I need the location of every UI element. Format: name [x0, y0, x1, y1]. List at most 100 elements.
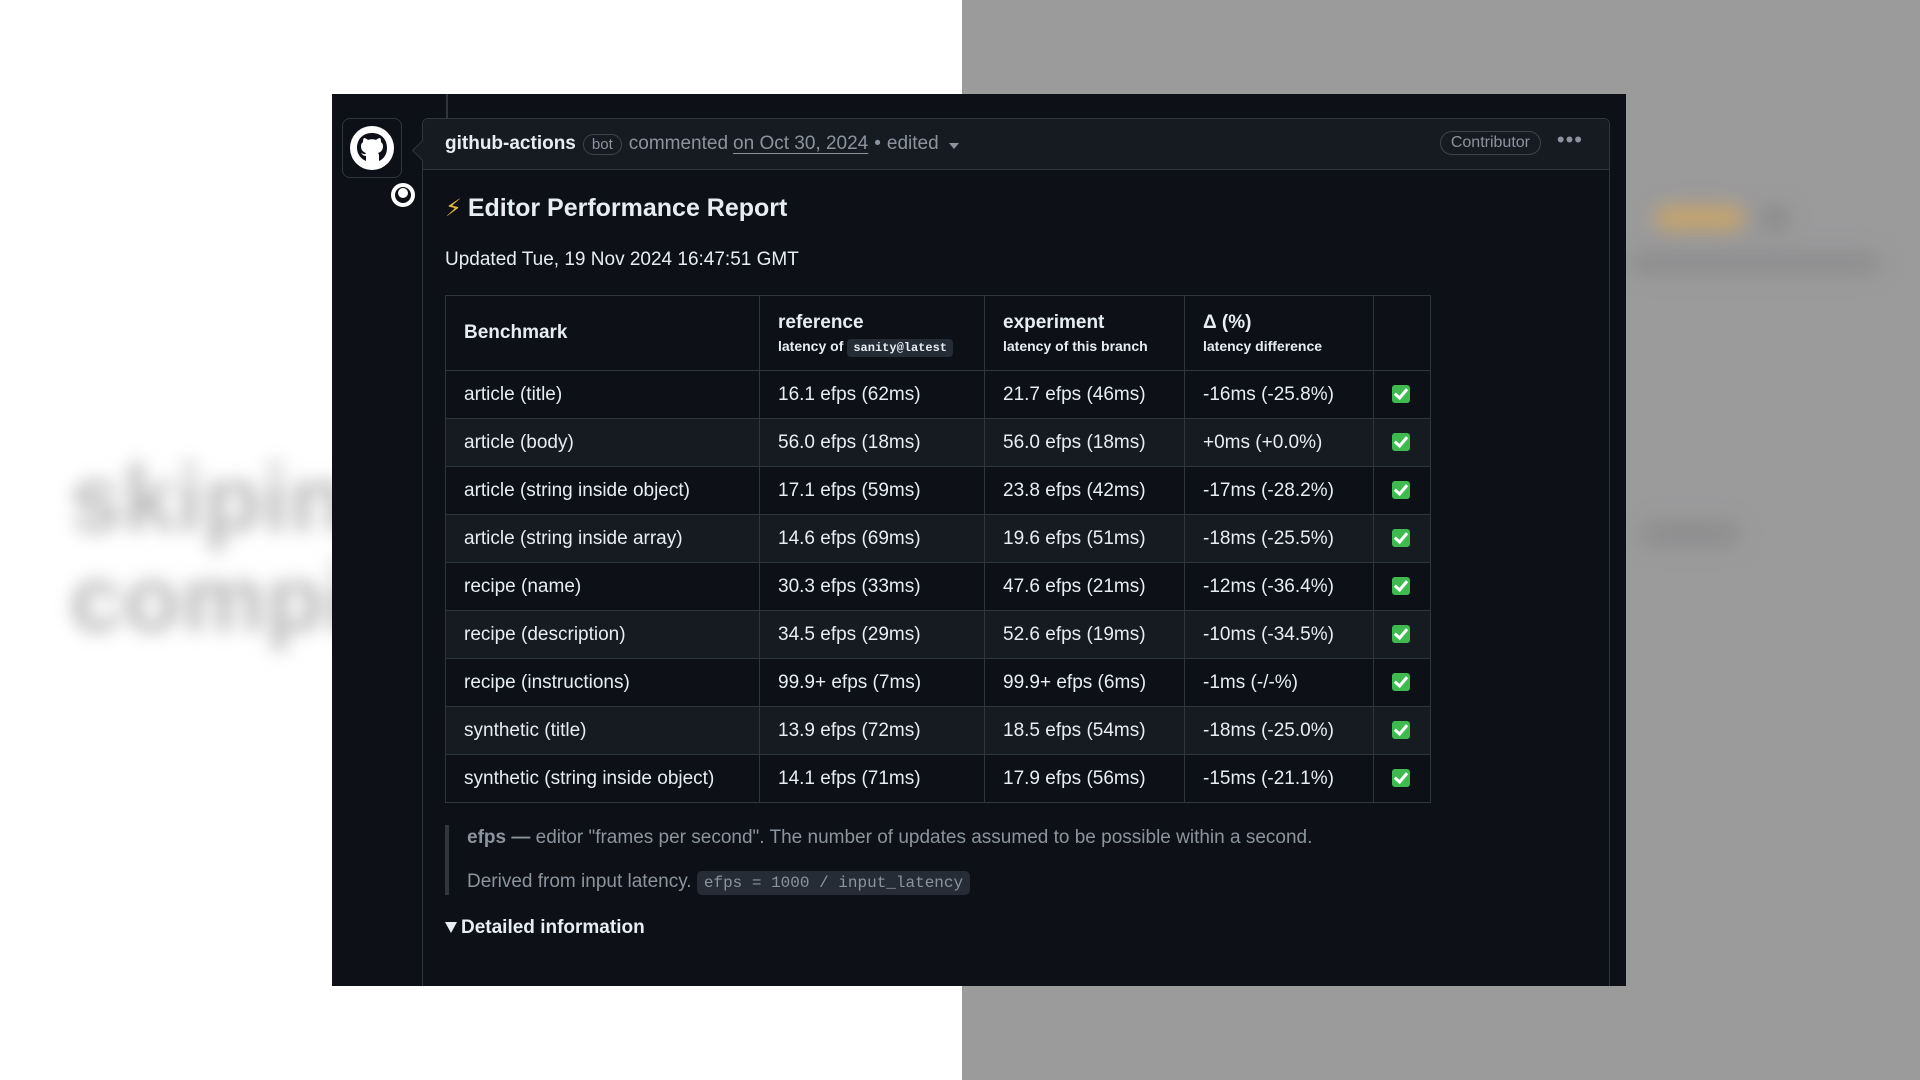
app-badge	[387, 179, 419, 211]
triangle-down-icon	[445, 922, 457, 934]
efps-term: efps	[467, 827, 507, 848]
cell-experiment: 56.0 efps (18ms)	[984, 418, 1185, 467]
check-icon	[1392, 433, 1410, 452]
report-title: ⚡ Editor Performance Report	[445, 194, 1587, 223]
header-reference-sub: latency of sanity@latest	[778, 337, 966, 357]
header-benchmark-label: Benchmark	[464, 322, 568, 343]
cell-benchmark: article (body)	[445, 418, 760, 467]
table-row: recipe (description) 34.5 efps (29ms) 52.6…	[445, 610, 1431, 659]
cell-experiment: 23.8 efps (42ms)	[984, 466, 1185, 515]
detailed-information-label: Detailed information	[461, 917, 645, 938]
comment-action: commented	[628, 133, 729, 154]
cell-delta: -1ms (-/-%)	[1184, 658, 1374, 707]
cell-experiment: 18.5 efps (54ms)	[984, 706, 1185, 755]
cell-benchmark: article (string inside object)	[445, 466, 760, 515]
efps-derived-text: Derived from input latency.	[467, 871, 692, 892]
cell-benchmark: recipe (name)	[445, 562, 760, 611]
header-reference: reference latency of sanity@latest	[759, 295, 985, 371]
check-icon	[1392, 625, 1410, 644]
cell-benchmark: article (string inside array)	[445, 514, 760, 563]
benchmark-table: Benchmark reference latency of sanity@lat…	[445, 295, 1431, 803]
cell-status	[1373, 610, 1431, 659]
table-row: recipe (instructions) 99.9+ efps (7ms) 99.…	[445, 658, 1431, 707]
chevron-down-icon	[948, 143, 959, 149]
cell-delta: -12ms (-36.4%)	[1184, 562, 1374, 611]
separator-dot: •	[874, 133, 881, 154]
edited-label: edited	[886, 133, 939, 154]
header-reference-sub-text: latency of	[778, 337, 844, 354]
table-row: article (string inside object) 17.1 efps …	[445, 466, 1431, 515]
github-comment-screenshot: github-actions bot commented on Oct 30, …	[332, 94, 1626, 986]
comment-header: github-actions bot commented on Oct 30, …	[423, 119, 1609, 170]
cell-delta: -10ms (-34.5%)	[1184, 610, 1374, 659]
cell-benchmark: synthetic (string inside object)	[445, 754, 760, 803]
header-experiment-label: experiment	[1003, 312, 1105, 333]
cell-experiment: 47.6 efps (21ms)	[984, 562, 1185, 611]
cell-experiment: 99.9+ efps (6ms)	[984, 658, 1185, 707]
detailed-information-toggle[interactable]: Detailed information	[445, 917, 1587, 939]
comment-body: ⚡ Editor Performance Report Updated Tue,…	[423, 170, 1609, 939]
comment-box: github-actions bot commented on Oct 30, …	[411, 118, 1610, 986]
table-row: article (string inside array) 14.6 efps (…	[445, 514, 1431, 563]
check-icon	[1392, 769, 1410, 788]
header-experiment-sub: latency of this branch	[1003, 338, 1148, 354]
cell-benchmark: recipe (instructions)	[445, 658, 760, 707]
cell-benchmark: recipe (description)	[445, 610, 760, 659]
efps-formula: efps = 1000 / input_latency	[696, 871, 971, 895]
cell-status	[1373, 370, 1431, 419]
cell-reference: 14.1 efps (71ms)	[759, 754, 985, 803]
efps-definition-text: editor "frames per second". The number o…	[535, 827, 1313, 848]
check-icon	[1392, 673, 1410, 692]
check-icon	[1392, 529, 1410, 548]
cell-reference: 14.6 efps (69ms)	[759, 514, 985, 563]
efps-derivation: Derived from input latency. efps = 1000 …	[467, 871, 1587, 895]
backdrop-blob	[1655, 206, 1745, 230]
header-delta-label: Δ (%)	[1203, 312, 1252, 333]
cell-reference: 16.1 efps (62ms)	[759, 370, 985, 419]
efps-definition: efps — editor "frames per second". The n…	[467, 827, 1587, 849]
cell-delta: -18ms (-25.0%)	[1184, 706, 1374, 755]
backdrop-blob	[1640, 522, 1740, 546]
cell-reference: 56.0 efps (18ms)	[759, 418, 985, 467]
cell-benchmark: synthetic (title)	[445, 706, 760, 755]
github-mark-icon	[391, 183, 415, 207]
header-experiment: experiment latency of this branch	[984, 295, 1185, 371]
cell-status	[1373, 418, 1431, 467]
contributor-badge: Contributor	[1439, 131, 1541, 155]
reference-code: sanity@latest	[847, 338, 953, 357]
check-icon	[1392, 577, 1410, 596]
table-header-row: Benchmark reference latency of sanity@lat…	[445, 295, 1431, 371]
cell-status	[1373, 658, 1431, 707]
kebab-horizontal-icon[interactable]: •••	[1557, 127, 1583, 153]
report-title-text: Editor Performance Report	[467, 194, 788, 222]
header-status	[1373, 295, 1431, 371]
backdrop-blob	[1760, 206, 1790, 230]
cell-status	[1373, 466, 1431, 515]
check-icon	[1392, 721, 1410, 740]
cell-experiment: 52.6 efps (19ms)	[984, 610, 1185, 659]
efps-note: efps — editor "frames per second". The n…	[445, 825, 1587, 895]
comment-date-link[interactable]: on Oct 30, 2024	[733, 133, 868, 155]
header-benchmark: Benchmark	[445, 295, 760, 371]
cell-status	[1373, 706, 1431, 755]
cell-experiment: 19.6 efps (51ms)	[984, 514, 1185, 563]
table-row: synthetic (string inside object) 14.1 efp…	[445, 754, 1431, 803]
efps-dash: —	[506, 827, 536, 848]
cell-reference: 17.1 efps (59ms)	[759, 466, 985, 515]
cell-delta: -16ms (-25.8%)	[1184, 370, 1374, 419]
cell-status	[1373, 514, 1431, 563]
cell-delta: -15ms (-21.1%)	[1184, 754, 1374, 803]
table-row: synthetic (title) 13.9 efps (72ms) 18.5 ef…	[445, 706, 1431, 755]
header-reference-label: reference	[778, 311, 864, 333]
cell-reference: 34.5 efps (29ms)	[759, 610, 985, 659]
cell-delta: -18ms (-25.5%)	[1184, 514, 1374, 563]
check-icon	[1392, 385, 1410, 404]
table-body: article (title) 16.1 efps (62ms) 21.7 efps…	[445, 370, 1431, 803]
zap-icon: ⚡	[445, 195, 462, 222]
updated-timestamp: Updated Tue, 19 Nov 2024 16:47:51 GMT	[445, 249, 799, 270]
edited-dropdown[interactable]: edited	[887, 133, 959, 155]
author-link[interactable]: github-actions	[445, 133, 576, 155]
cell-experiment: 17.9 efps (56ms)	[984, 754, 1185, 803]
table-row: article (body) 56.0 efps (18ms) 56.0 efps …	[445, 418, 1431, 467]
avatar[interactable]	[342, 118, 419, 211]
